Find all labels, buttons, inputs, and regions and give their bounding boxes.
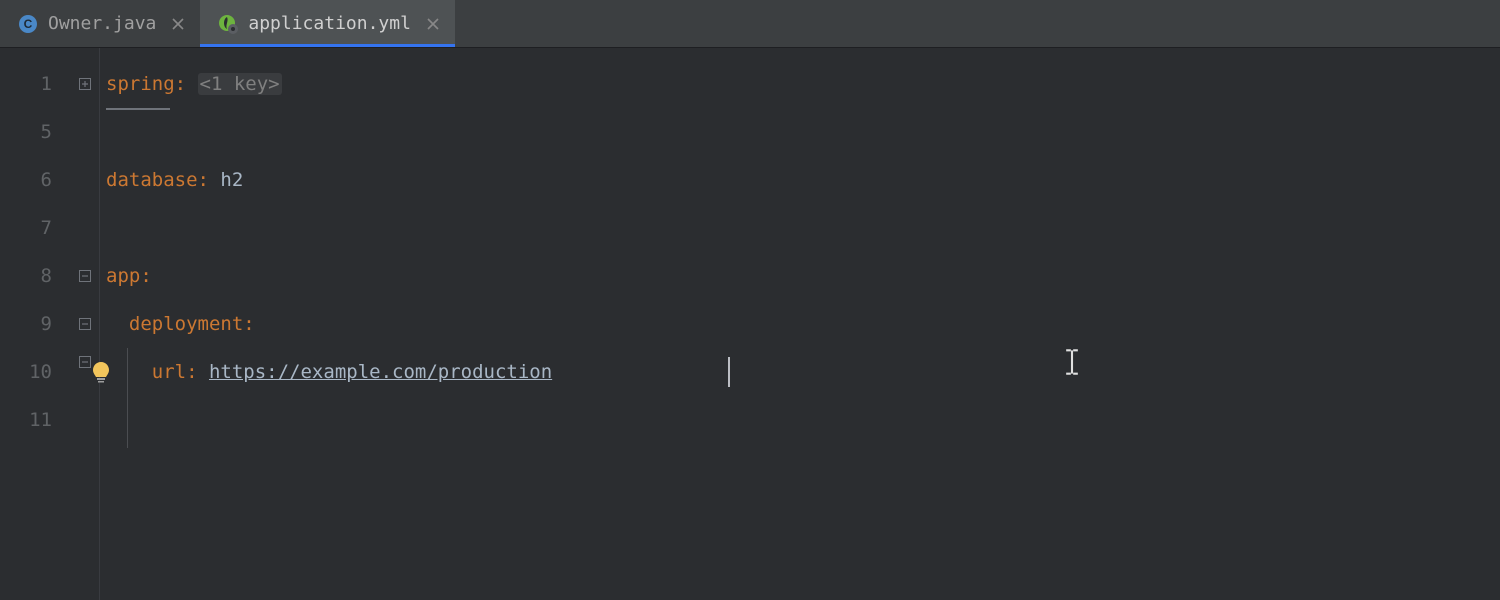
yaml-url-value[interactable]: https://example.com/production [209, 361, 552, 383]
editor-area[interactable]: 1 5 6 7 8 9 10 11 [0, 48, 1500, 600]
line-number-gutter: 1 5 6 7 8 9 10 11 [0, 48, 70, 600]
line-number: 8 [0, 252, 52, 300]
yaml-key: deployment: [129, 313, 255, 335]
tab-bar: C Owner.java application.yml [0, 0, 1500, 48]
tab-application-yml[interactable]: application.yml [200, 0, 455, 47]
code-line[interactable]: app: [106, 252, 1500, 300]
code-line[interactable] [106, 396, 1500, 444]
svg-text:C: C [24, 17, 33, 31]
fold-expand-icon[interactable] [77, 76, 93, 92]
line-number: 1 [0, 60, 52, 108]
close-icon[interactable] [425, 16, 441, 32]
code-line[interactable] [106, 204, 1500, 252]
yaml-key: database: [106, 169, 209, 191]
tab-label: Owner.java [48, 13, 156, 34]
code-line-current[interactable]: url: https://example.com/production [106, 348, 1500, 396]
line-number: 9 [0, 300, 52, 348]
tab-owner-java[interactable]: C Owner.java [0, 0, 200, 47]
line-number: 6 [0, 156, 52, 204]
class-file-icon: C [18, 14, 38, 34]
code-line[interactable] [106, 108, 1500, 156]
fold-collapse-icon[interactable] [77, 316, 93, 332]
folded-region-hint[interactable]: <1 key> [198, 73, 282, 95]
code-line[interactable]: database: h2 [106, 156, 1500, 204]
tab-label: application.yml [248, 13, 411, 34]
code-line[interactable]: deployment: [106, 300, 1500, 348]
yaml-key: app: [106, 265, 152, 287]
spring-config-icon [218, 14, 238, 34]
yaml-value: h2 [209, 169, 243, 191]
line-number: 5 [0, 108, 52, 156]
text-caret [728, 357, 730, 387]
code-content[interactable]: spring: <1 key> database: h2 app: deploy… [100, 48, 1500, 600]
line-number: 11 [0, 396, 52, 444]
line-number: 7 [0, 204, 52, 252]
fold-collapse-icon[interactable] [77, 268, 93, 284]
yaml-key: url: [152, 361, 198, 383]
fold-gutter [70, 48, 100, 600]
yaml-key: spring: [106, 73, 186, 95]
line-number: 10 [0, 348, 52, 396]
code-line[interactable]: spring: <1 key> [106, 60, 1500, 108]
close-icon[interactable] [170, 16, 186, 32]
